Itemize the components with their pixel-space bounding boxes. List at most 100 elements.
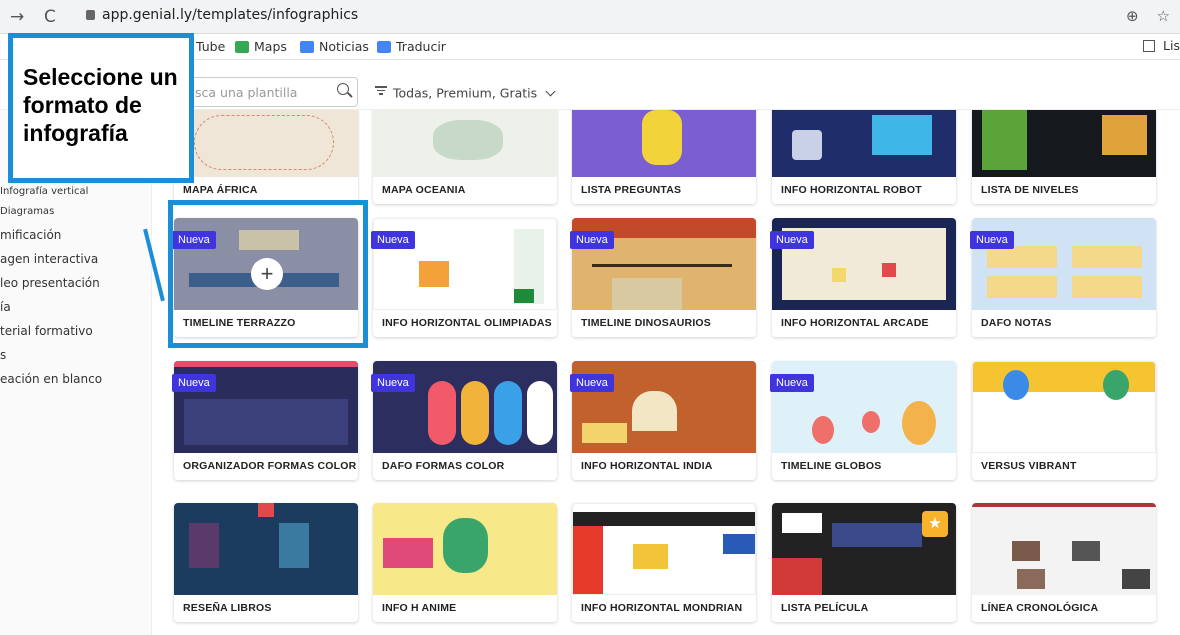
template-name: LISTA PREGUNTAS (581, 184, 682, 196)
template-card-versus-vibrant[interactable]: VERSUS VIBRANT (972, 361, 1156, 480)
template-name: ORGANIZADOR FORMAS COLOR (183, 460, 357, 472)
template-name: INFO HORIZONTAL MONDRIAN (581, 602, 743, 614)
template-card-info-h-anime[interactable]: INFO H ANIME (373, 503, 557, 622)
lock-icon (86, 10, 95, 20)
bookmark-noticias[interactable]: Noticias (300, 39, 369, 54)
filter-label: Todas, Premium, Gratis (393, 85, 538, 101)
sidebar-item-guia[interactable]: ía (0, 300, 11, 314)
sidebar-item-material-formativo[interactable]: terial formativo (0, 324, 93, 338)
chevron-down-icon (545, 86, 556, 96)
search-input[interactable]: sca una plantilla (178, 77, 358, 107)
template-card-mapa-africa[interactable]: MAPA ÁFRICA (174, 110, 358, 204)
template-thumbnail (972, 110, 1156, 177)
reading-list-icon (1143, 40, 1156, 52)
template-card-info-horizontal-robot[interactable]: INFO HORIZONTAL ROBOT (772, 110, 956, 204)
sidebar-item-infografia-vertical[interactable]: Infografía vertical (0, 186, 88, 197)
sidebar-item-label: Diagramas (0, 206, 55, 217)
template-name: MAPA ÁFRICA (183, 184, 258, 196)
template-card-timeline-globos[interactable]: Nueva TIMELINE GLOBOS (770, 361, 956, 480)
bookmark-maps-label: Maps (254, 39, 287, 54)
template-thumbnail (572, 503, 756, 595)
bookmark-traducir-label: Traducir (396, 39, 446, 54)
address-field[interactable]: app.genial.ly/templates/infographics (86, 7, 358, 23)
reading-list[interactable]: Lis (1143, 38, 1180, 53)
bookmark-noticias-label: Noticias (319, 39, 369, 54)
search-placeholder: sca una plantilla (195, 85, 298, 100)
zoom-icon[interactable]: ⊕ (1126, 7, 1139, 25)
template-thumbnail (174, 110, 358, 177)
sidebar-item-creacion-en-blanco[interactable]: eación en blanco (0, 372, 102, 386)
sidebar-item-label: s (0, 348, 7, 362)
sidebar-item-label: Infografía vertical (0, 186, 89, 197)
sidebar-item-gamificacion[interactable]: mificación (0, 228, 61, 242)
reload-icon[interactable]: C (44, 7, 56, 27)
template-card-timeline-dinosaurios[interactable]: Nueva TIMELINE DINOSAURIOS (570, 218, 756, 337)
sidebar-item-label: agen interactiva (0, 252, 99, 266)
template-card-linea-cronologica[interactable]: LÍNEA CRONOLÓGICA (972, 503, 1156, 622)
template-name: TIMELINE DINOSAURIOS (581, 317, 712, 329)
new-badge: Nueva (570, 374, 614, 392)
template-name: LISTA PELÍCULA (781, 602, 869, 614)
search-icon[interactable] (337, 83, 349, 95)
filter-icon (375, 84, 387, 97)
template-thumbnail: ★ (772, 503, 956, 595)
translate-icon (377, 41, 391, 53)
template-card-dafo-notas[interactable]: Nueva DAFO NOTAS (970, 218, 1156, 337)
template-card-lista-preguntas[interactable]: LISTA PREGUNTAS (572, 110, 756, 204)
template-thumbnail (772, 110, 956, 177)
sidebar-item-s[interactable]: s (0, 348, 6, 362)
template-thumbnail (572, 110, 756, 177)
template-card-info-horizontal-olimpiadas[interactable]: Nueva INFO HORIZONTAL OLIMPIADAS (371, 218, 557, 337)
new-badge: Nueva (770, 231, 814, 249)
template-card-mapa-oceania[interactable]: MAPA OCEANIA (373, 110, 557, 204)
bookmark-traducir[interactable]: Traducir (377, 39, 446, 54)
template-card-info-horizontal-arcade[interactable]: Nueva INFO HORIZONTAL ARCADE (770, 218, 956, 337)
new-badge: Nueva (570, 231, 614, 249)
bookmark-maps[interactable]: Maps (235, 39, 287, 54)
template-name: INFO HORIZONTAL OLIMPIADAS (382, 317, 552, 329)
forward-icon[interactable]: → (10, 7, 24, 27)
template-thumbnail (373, 110, 557, 177)
selection-highlight (168, 200, 368, 348)
template-card-lista-de-niveles[interactable]: LISTA DE NIVELES (972, 110, 1156, 204)
template-card-info-horizontal-india[interactable]: Nueva INFO HORIZONTAL INDIA (570, 361, 756, 480)
template-card-dafo-formas-color[interactable]: Nueva DAFO FORMAS COLOR (371, 361, 557, 480)
premium-star-icon: ★ (922, 511, 948, 537)
reading-list-label: Lis (1163, 38, 1180, 53)
browser-url-bar: → C app.genial.ly/templates/infographics… (0, 0, 1180, 34)
instruction-callout: Seleccione un formato de infografía (8, 33, 194, 183)
template-name: LÍNEA CRONOLÓGICA (981, 602, 1099, 614)
template-thumbnail (972, 503, 1156, 595)
sidebar-item-label: leo presentación (0, 276, 100, 290)
filter-dropdown[interactable]: Todas, Premium, Gratis (375, 84, 556, 101)
news-icon (300, 41, 314, 53)
template-name: LISTA DE NIVELES (981, 184, 1079, 196)
sidebar-item-label: eación en blanco (0, 372, 103, 386)
template-card-resena-libros[interactable]: RESEÑA LIBROS (174, 503, 358, 622)
sidebar-item-imagen-interactiva[interactable]: agen interactiva (0, 252, 98, 266)
template-card-organizador-formas-color[interactable]: Nueva ORGANIZADOR FORMAS COLOR (172, 361, 358, 480)
new-badge: Nueva (172, 374, 216, 392)
instruction-text: Seleccione un formato de infografía (23, 64, 178, 146)
maps-icon (235, 41, 249, 53)
bookmark-star-icon[interactable]: ☆ (1157, 7, 1170, 25)
sidebar: Infografía vertical Diagramas mificación… (0, 110, 152, 635)
template-name: DAFO NOTAS (981, 317, 1052, 329)
sidebar-item-video-presentacion[interactable]: leo presentación (0, 276, 100, 290)
template-name: TIMELINE GLOBOS (781, 460, 882, 472)
template-name: MAPA OCEANIA (382, 184, 466, 196)
template-card-lista-pelicula[interactable]: ★ LISTA PELÍCULA (772, 503, 956, 622)
template-thumbnail (972, 361, 1156, 453)
bookmark-youtube[interactable]: Tube (196, 39, 225, 54)
template-thumbnail (373, 503, 557, 595)
new-badge: Nueva (371, 374, 415, 392)
template-grid: MAPA ÁFRICA MAPA OCEANIA LISTA PREGUNTAS… (152, 110, 1180, 635)
template-name: INFO HORIZONTAL ROBOT (781, 184, 922, 196)
template-name: INFO HORIZONTAL INDIA (581, 460, 713, 472)
template-name: INFO H ANIME (382, 602, 457, 614)
sidebar-item-diagramas[interactable]: Diagramas (0, 206, 54, 217)
template-card-info-horizontal-mondrian[interactable]: INFO HORIZONTAL MONDRIAN (572, 503, 756, 622)
new-badge: Nueva (770, 374, 814, 392)
template-name: DAFO FORMAS COLOR (382, 460, 505, 472)
new-badge: Nueva (371, 231, 415, 249)
